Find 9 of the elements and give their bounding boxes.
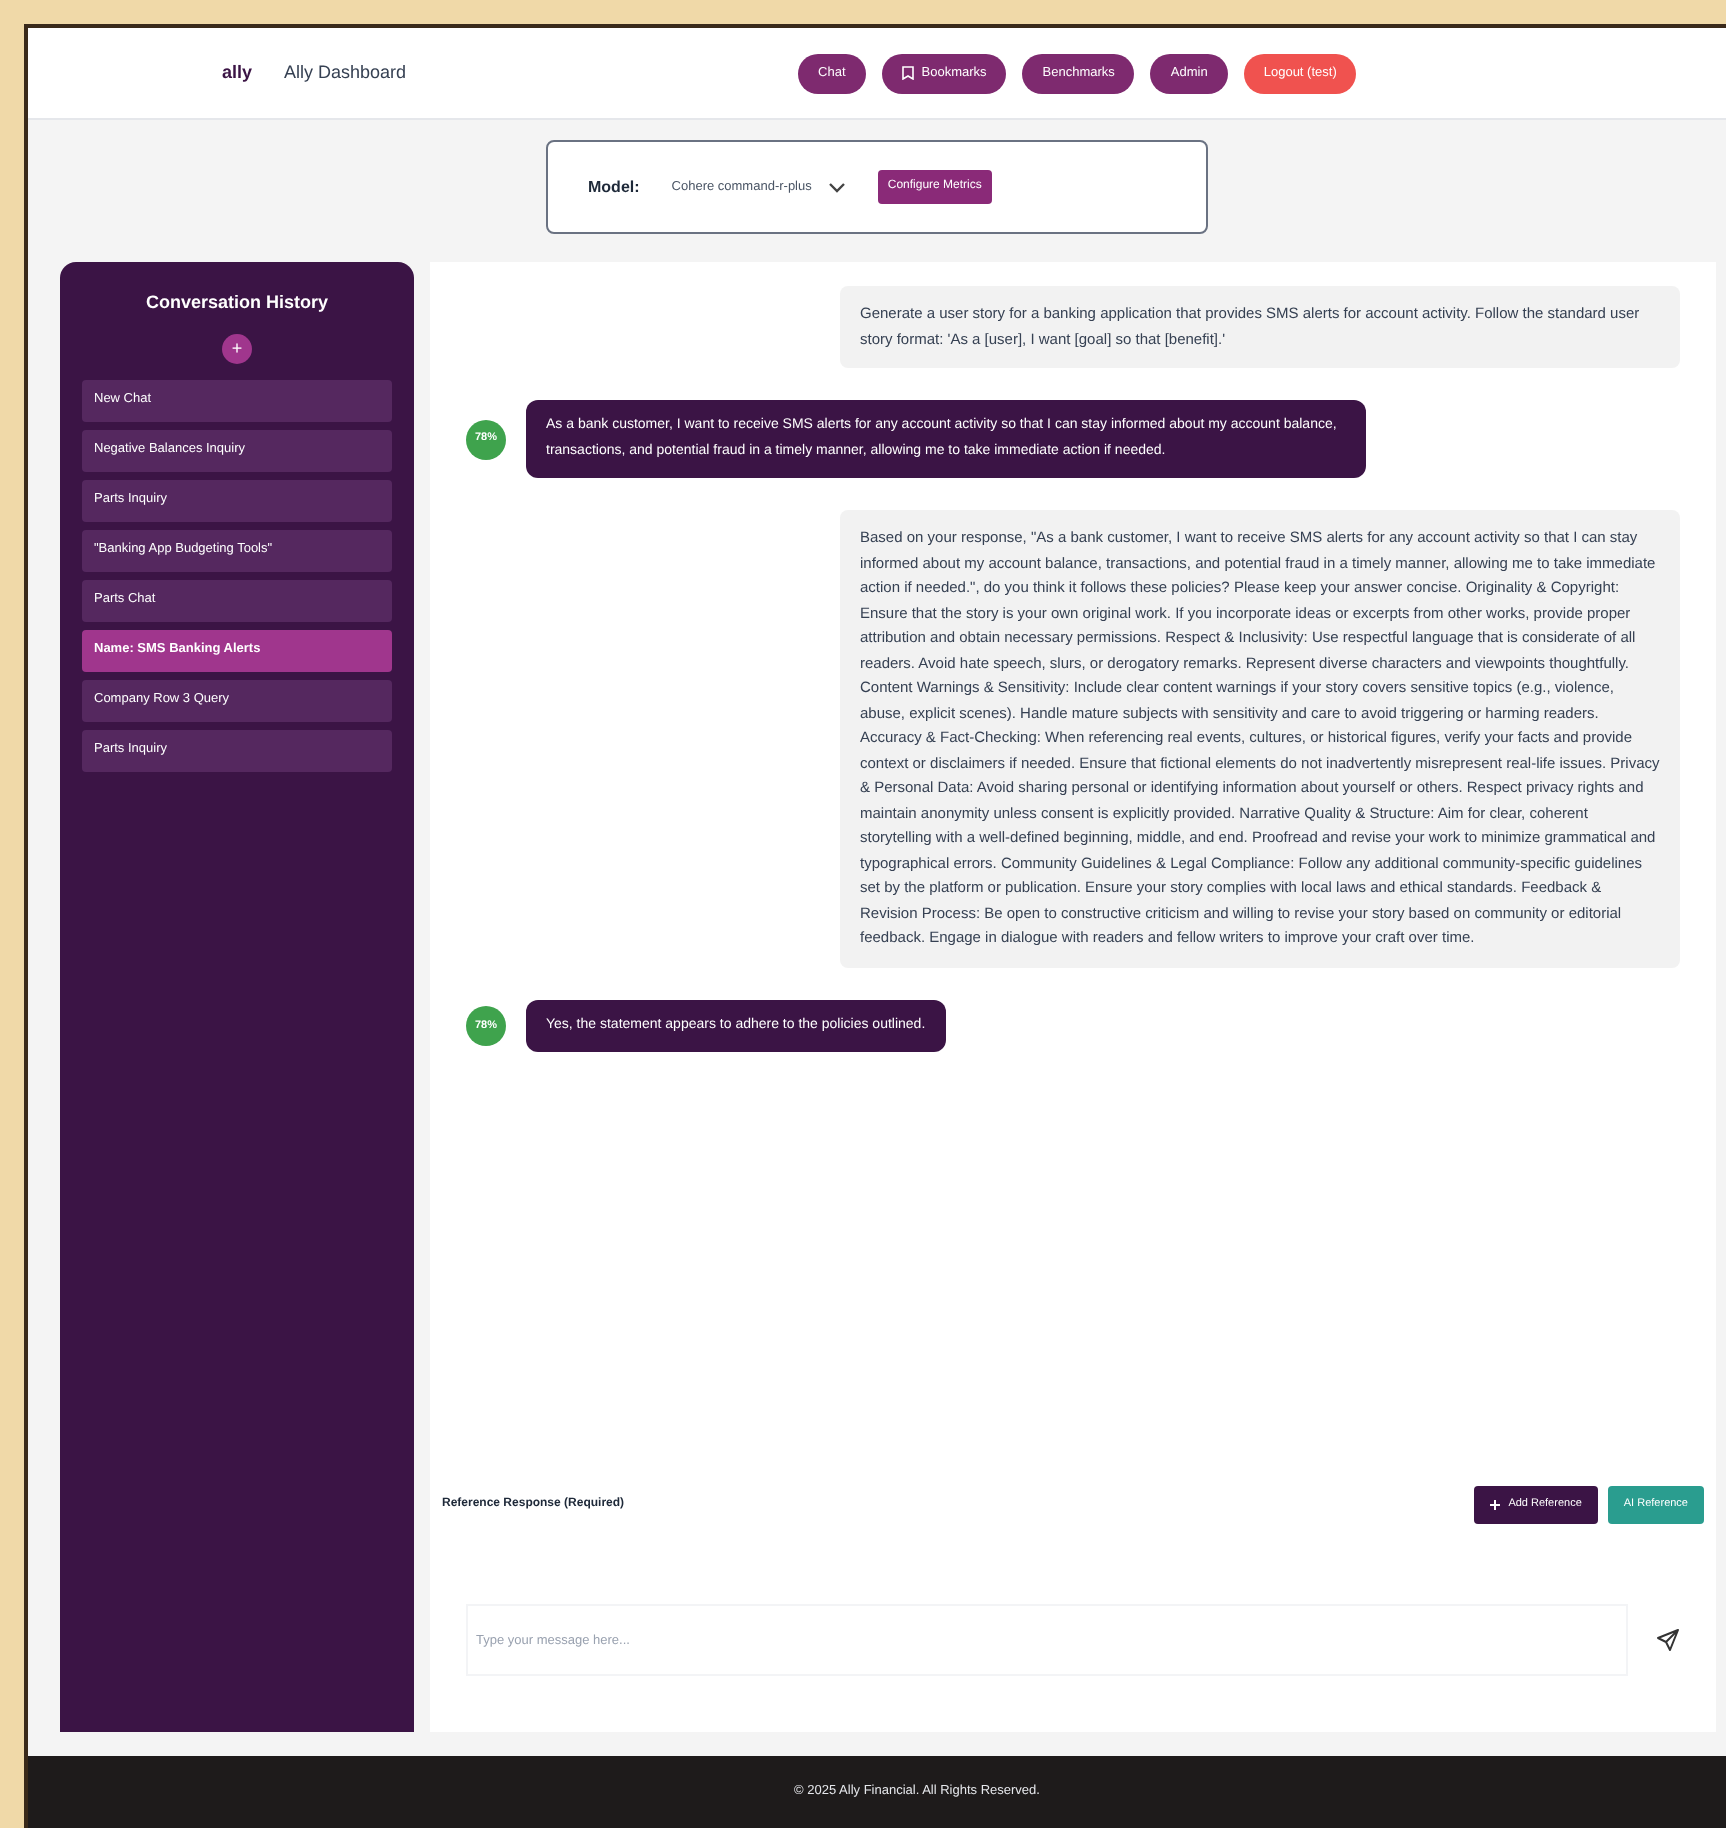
sidebar-title: Conversation History bbox=[145, 290, 329, 316]
logo[interactable]: ally bbox=[222, 59, 253, 87]
chevron-down-icon bbox=[827, 181, 846, 193]
send-icon[interactable] bbox=[1656, 1628, 1680, 1652]
model-label: Model: bbox=[588, 175, 640, 199]
app-title: Ally Dashboard bbox=[284, 59, 407, 86]
new-chat-button[interactable]: + bbox=[222, 333, 252, 363]
bookmark-icon bbox=[901, 66, 914, 80]
plus-icon bbox=[1490, 1500, 1501, 1510]
